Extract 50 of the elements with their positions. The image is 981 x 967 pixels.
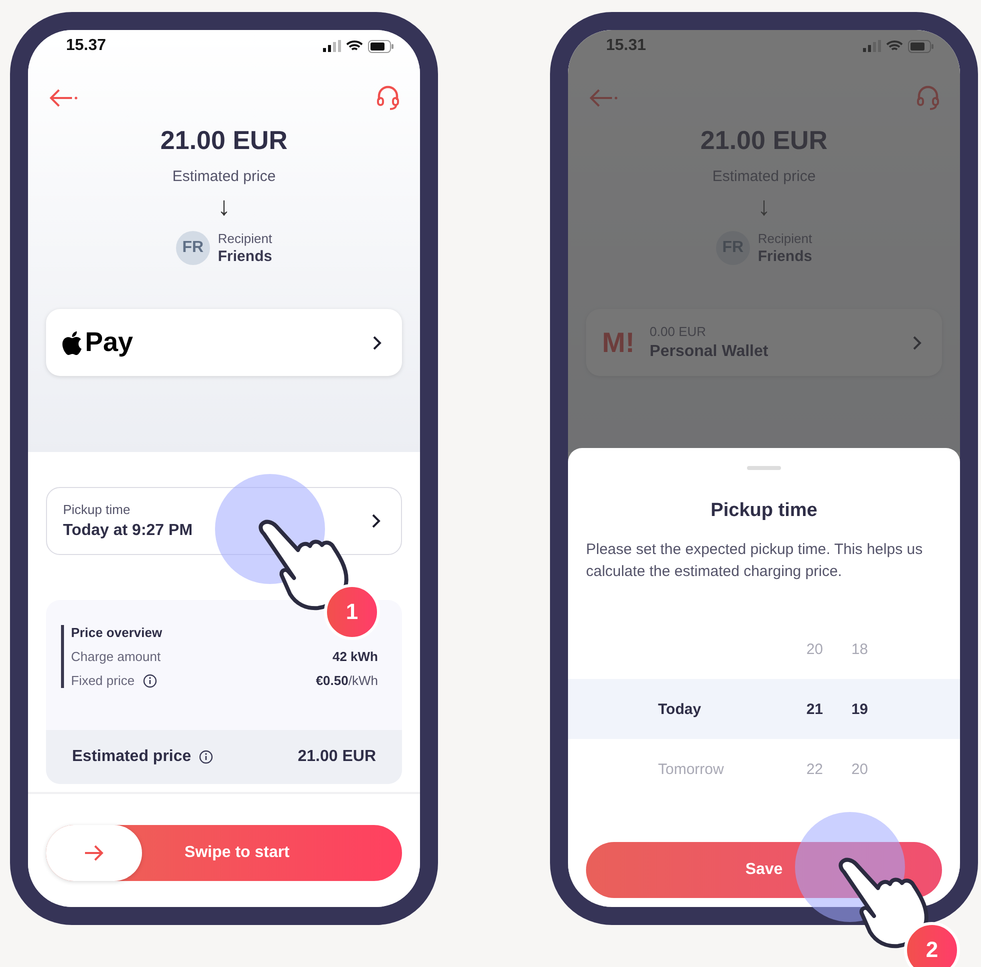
recipient-label: Recipient bbox=[218, 231, 272, 246]
payment-method-card[interactable]: Pay bbox=[46, 309, 402, 376]
wifi-icon bbox=[346, 40, 363, 52]
price-amount: 21.00 EUR bbox=[700, 125, 828, 156]
step-marker: 2 bbox=[904, 922, 960, 967]
row-value: €0.50/kWh bbox=[316, 673, 378, 688]
recipient-name: Friends bbox=[218, 248, 272, 265]
picker-minute[interactable]: 20 bbox=[823, 760, 868, 778]
row-value: 42 kWh bbox=[332, 649, 378, 664]
back-arrow-icon bbox=[48, 88, 78, 108]
picker-hour[interactable]: 20 bbox=[778, 640, 823, 658]
down-arrow-icon: ↓ bbox=[218, 191, 230, 221]
pickup-value: Today at 9:27 PM bbox=[63, 522, 193, 540]
payment-label: Personal Wallet bbox=[650, 343, 768, 361]
row-label: Charge amount bbox=[71, 649, 161, 664]
picker-hour[interactable]: 22 bbox=[778, 760, 823, 778]
picker-row-highlight[interactable]: Today 21 19 bbox=[568, 679, 960, 739]
total-label: Estimated price bbox=[72, 748, 192, 766]
picker-minute[interactable]: 18 bbox=[823, 640, 868, 658]
headset-icon bbox=[376, 85, 400, 111]
status-time: 15.31 bbox=[606, 37, 646, 55]
recipient-avatar: FR bbox=[176, 231, 210, 265]
total-value: 21.00 EUR bbox=[298, 748, 376, 766]
apple-logo-icon bbox=[62, 330, 82, 354]
payment-label: Pay bbox=[85, 327, 134, 358]
sheet-handle[interactable] bbox=[747, 466, 781, 470]
status-time: 15.37 bbox=[66, 37, 106, 55]
sheet-title: Pickup time bbox=[710, 500, 818, 522]
battery-icon bbox=[368, 40, 394, 52]
slider-knob[interactable] bbox=[46, 825, 142, 881]
swipe-label: Swipe to start bbox=[184, 844, 290, 862]
signal-icon bbox=[323, 40, 341, 52]
save-button[interactable]: Save bbox=[586, 842, 942, 898]
chevron-right-icon bbox=[371, 513, 381, 529]
swipe-slider[interactable]: Swipe to start bbox=[46, 825, 402, 881]
wallet-logo: M! bbox=[602, 326, 635, 358]
picker-day[interactable]: Tomorrow bbox=[568, 760, 778, 778]
row-label: Fixed price bbox=[71, 673, 135, 688]
price-overview-title: Price overview bbox=[71, 625, 164, 640]
arrow-right-icon bbox=[84, 845, 104, 861]
picker-day[interactable]: Today bbox=[568, 700, 778, 718]
sheet-description: Please set the expected pickup time. This helps us calculate the estimated charging price. bbox=[585, 540, 924, 582]
price-caption: Estimated price bbox=[172, 168, 276, 185]
down-arrow-icon: ↓ bbox=[758, 191, 770, 221]
picker-hour[interactable]: 21 bbox=[778, 700, 823, 718]
recipient-name: Friends bbox=[758, 248, 812, 265]
picker-minute[interactable]: 19 bbox=[823, 700, 868, 718]
price-amount: 21.00 EUR bbox=[160, 125, 288, 156]
pickup-label: Pickup time bbox=[63, 502, 132, 517]
chevron-right-icon bbox=[372, 334, 382, 350]
